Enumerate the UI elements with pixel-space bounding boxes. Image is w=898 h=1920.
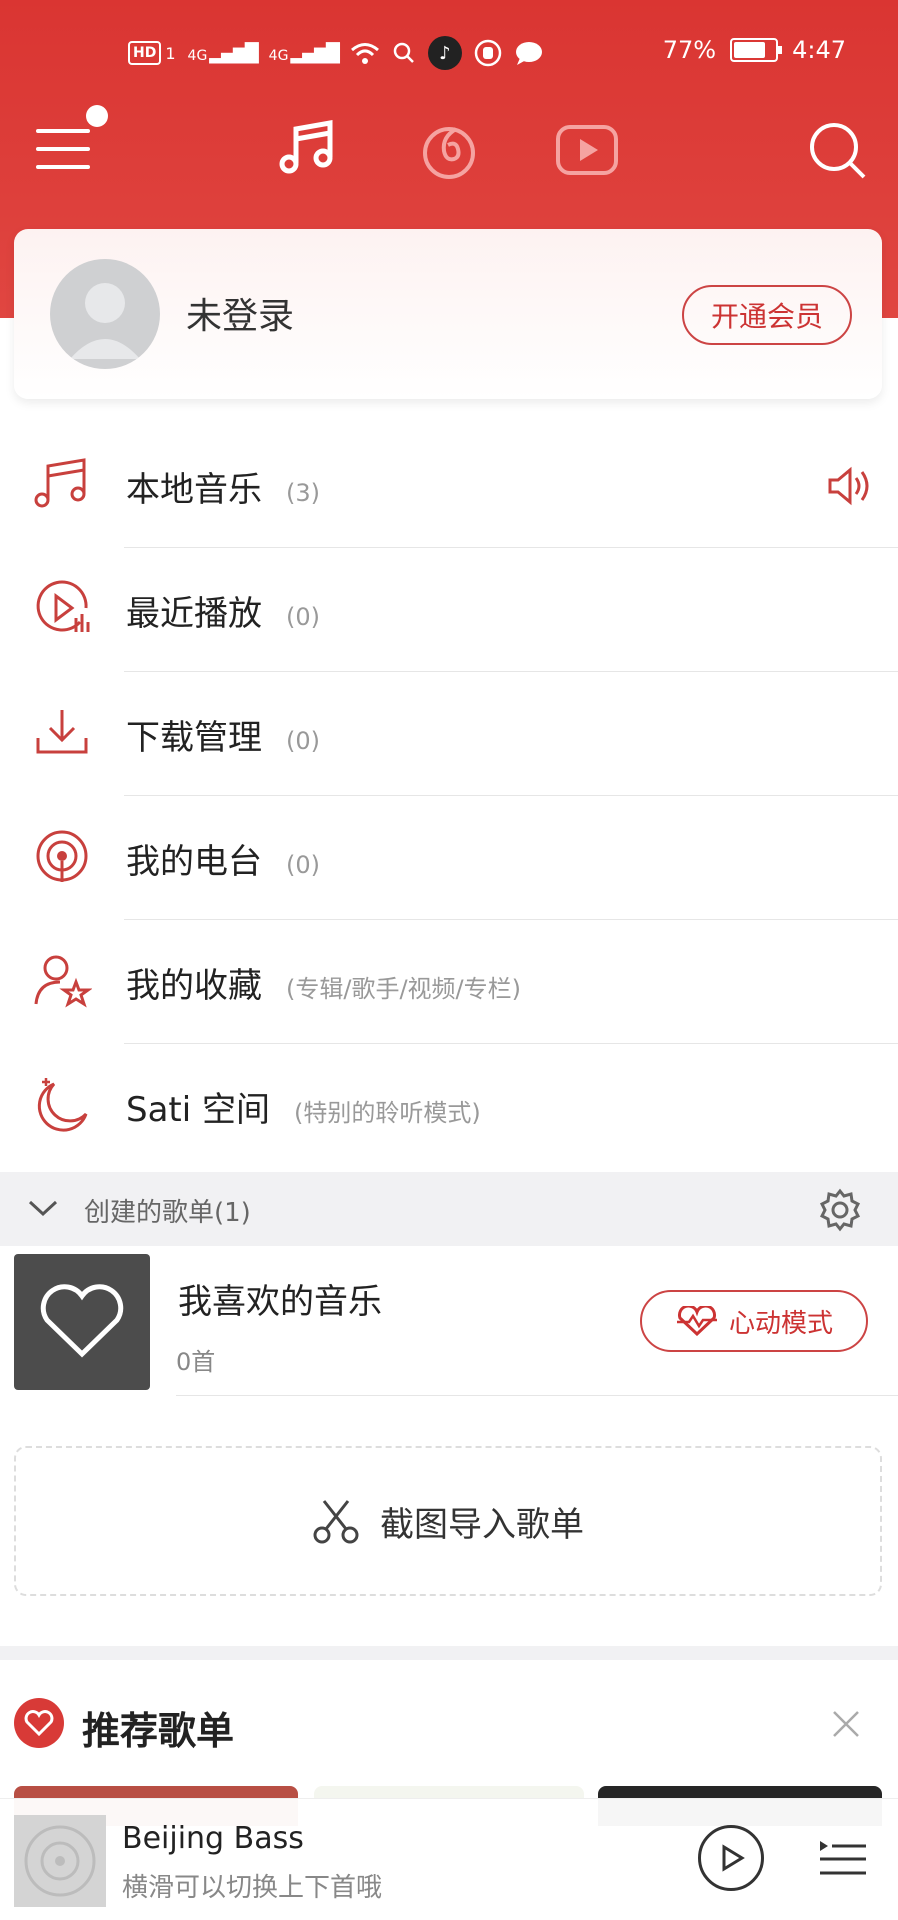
heart-badge-icon	[14, 1698, 64, 1748]
menu-count: (专辑/歌手/视频/专栏)	[286, 975, 521, 1003]
playlist-title: 我喜欢的音乐	[178, 1282, 382, 1322]
heart-icon	[40, 1284, 124, 1358]
play-icon	[722, 1844, 745, 1872]
speaker-icon[interactable]	[826, 466, 872, 506]
tiktok-icon: ♪	[427, 36, 462, 70]
menu-item-download[interactable]: 下载管理 (0)	[0, 672, 898, 796]
menu-item-local-music[interactable]: 本地音乐 (3)	[0, 424, 898, 548]
recent-play-icon	[36, 580, 90, 632]
radio-icon	[36, 830, 88, 882]
status-bar: HD 1 4G ▂▄▆█ 4G ▂▄▆█ ♪ 77% 4:47	[0, 26, 898, 78]
hd-badge: HD	[128, 41, 162, 65]
song-title: Beijing Bass	[122, 1821, 304, 1856]
battery-percent: 77%	[662, 36, 717, 64]
menu-label: Sati 空间	[126, 1090, 271, 1130]
signal-icon: ▂▄▆█	[290, 42, 339, 64]
profile-card[interactable]: 未登录 开通会员	[14, 229, 882, 399]
music-note-icon[interactable]	[274, 115, 344, 185]
sim-badge: 1	[165, 43, 176, 63]
playlist-liked[interactable]: 我喜欢的音乐 0首 心动模式	[0, 1248, 898, 1396]
album-art[interactable]	[14, 1815, 106, 1907]
download-icon	[36, 710, 88, 754]
recommend-section: 推荐歌单	[0, 1660, 898, 1800]
menu-item-radio[interactable]: 我的电台 (0)	[0, 796, 898, 920]
menu-button[interactable]	[36, 129, 90, 169]
radio-loop-icon[interactable]	[414, 115, 484, 185]
menu-count: (0)	[286, 851, 320, 879]
section-title: 创建的歌单(1)	[84, 1198, 251, 1228]
gear-icon[interactable]	[818, 1188, 862, 1232]
menu-label: 最近播放	[126, 594, 262, 634]
network-type-1: 4G	[187, 47, 208, 64]
menu-label: 本地音乐	[126, 470, 262, 510]
user-silhouette-icon	[70, 283, 140, 359]
playlist-count: 0首	[176, 1348, 216, 1376]
disc-icon	[24, 1825, 96, 1897]
import-label: 截图导入歌单	[380, 1504, 584, 1545]
music-note-icon	[34, 458, 86, 508]
signal-icon: ▂▄▆█	[209, 42, 258, 64]
playlist-queue-icon[interactable]	[818, 1839, 868, 1879]
heartbeat-mode-label: 心动模式	[728, 1308, 833, 1339]
swipe-hint: 横滑可以切换上下首哦	[122, 1873, 383, 1903]
battery-icon	[730, 38, 783, 62]
mini-player[interactable]: Beijing Bass 横滑可以切换上下首哦	[0, 1798, 898, 1920]
login-status[interactable]: 未登录	[186, 287, 294, 339]
hand-icon	[474, 39, 502, 67]
menu-label: 我的电台	[126, 842, 262, 882]
menu-label: 下载管理	[126, 718, 262, 758]
menu-label: 我的收藏	[126, 966, 262, 1006]
scissors-icon	[313, 1500, 359, 1544]
favorite-user-icon	[34, 955, 92, 1008]
import-screenshot-button[interactable]: 截图导入歌单	[14, 1446, 882, 1596]
playlist-cover[interactable]	[14, 1254, 150, 1390]
play-button[interactable]	[698, 1825, 764, 1891]
search-status-icon	[393, 42, 414, 63]
top-navigation	[0, 95, 898, 205]
menu-item-recent[interactable]: 最近播放 (0)	[0, 548, 898, 672]
close-icon[interactable]	[830, 1708, 862, 1740]
heartbeat-mode-button[interactable]: 心动模式	[640, 1290, 868, 1352]
menu-count: (3)	[286, 479, 320, 507]
menu-count: (0)	[286, 603, 320, 631]
moon-icon	[37, 1078, 88, 1132]
wifi-icon	[350, 43, 379, 64]
menu-item-sati[interactable]: Sati 空间 (特别的聆听模式)	[0, 1044, 898, 1168]
menu-count: (0)	[286, 727, 320, 755]
recommend-title: 推荐歌单	[82, 1709, 235, 1753]
notification-dot	[86, 105, 108, 127]
chevron-down-icon[interactable]	[26, 1196, 60, 1220]
network-type-2: 4G	[268, 47, 289, 64]
divider	[176, 1395, 898, 1396]
video-play-icon[interactable]	[552, 115, 622, 185]
message-icon	[515, 42, 542, 65]
heartbeat-icon	[676, 1306, 717, 1336]
avatar[interactable]	[50, 259, 160, 369]
section-divider	[0, 1646, 898, 1660]
created-playlists-header[interactable]: 创建的歌单(1)	[0, 1172, 898, 1246]
menu-count: (特别的聆听模式)	[294, 1099, 481, 1127]
vip-button[interactable]: 开通会员	[682, 285, 852, 345]
clock: 4:47	[792, 36, 846, 64]
menu-item-favorites[interactable]: 我的收藏 (专辑/歌手/视频/专栏)	[0, 920, 898, 1044]
search-icon[interactable]	[802, 115, 872, 185]
